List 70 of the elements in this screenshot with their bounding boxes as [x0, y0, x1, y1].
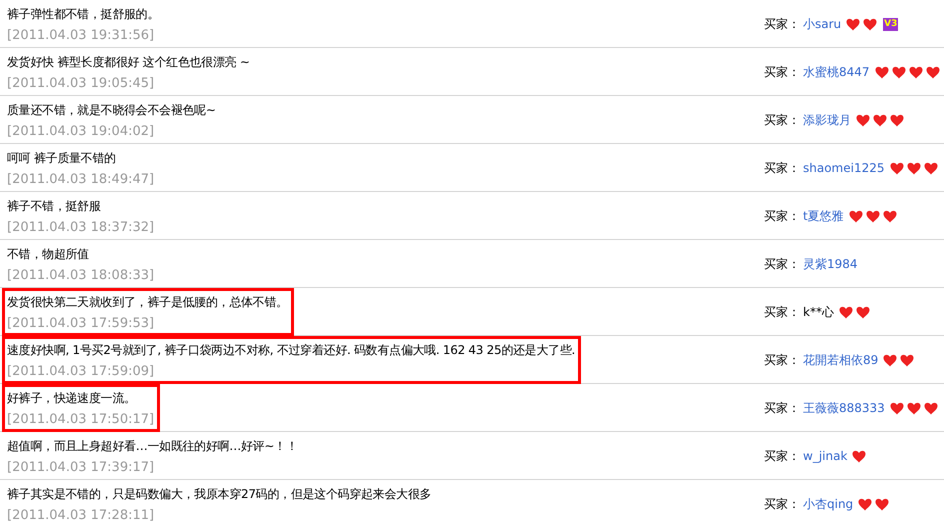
review-time: [2011.04.03 19:05:45]	[7, 76, 156, 91]
heart-icon	[874, 66, 889, 78]
heart-icon	[890, 402, 904, 414]
review-comment: 好裤子，快递速度一流。	[7, 390, 137, 407]
review-comment: 质量还不错，就是不晓得会不会褪色呢~	[7, 102, 216, 119]
review-time: [2011.04.03 17:50:17]	[7, 412, 154, 427]
buyer-name: k**心	[803, 304, 834, 320]
review-time: [2011.04.03 18:49:47]	[7, 172, 154, 187]
heart-icon	[882, 210, 897, 222]
heart-icon	[838, 306, 853, 318]
buyer-link[interactable]: shaomei1225	[803, 161, 884, 175]
level-badge: V3	[883, 18, 898, 30]
heart-icon	[900, 354, 914, 366]
heart-icon	[848, 210, 863, 222]
buyer-link[interactable]: 小saru	[803, 16, 842, 32]
review-time: [2011.04.03 17:59:09]	[7, 364, 156, 379]
buyer-link[interactable]: w_jinak	[803, 449, 848, 463]
review-comment: 裤子不错，挺舒服	[7, 198, 102, 215]
heart-icon	[852, 450, 866, 462]
heart-icon	[908, 66, 923, 78]
review-comment: 裤子弹性都不错，挺舒服的。	[7, 6, 160, 23]
heart-icon	[892, 66, 906, 78]
review-time: [2011.04.03 19:04:02]	[7, 124, 156, 139]
heart-icon	[924, 162, 938, 174]
heart-icon	[906, 162, 920, 174]
review-comment: 裤子其实是不错的，只是码数偏大，我原本穿27码的，但是这个码穿起来会大很多	[7, 486, 432, 503]
buyer-label: 买家：	[764, 352, 800, 368]
heart-icon	[875, 498, 890, 510]
buyer-label: 买家：	[764, 400, 800, 416]
buyer-label: 买家：	[764, 112, 800, 128]
heart-icon	[866, 210, 880, 222]
heart-icon	[890, 114, 904, 126]
heart-icon	[856, 306, 870, 318]
buyer-link[interactable]: 灵紫1984	[803, 256, 858, 272]
buyer-label: 买家：	[764, 64, 800, 80]
heart-icon	[883, 354, 898, 366]
buyer-label: 买家：	[764, 160, 800, 176]
review-time: [2011.04.03 17:28:11]	[7, 508, 156, 523]
heart-icon	[906, 402, 921, 414]
buyer-label: 买家：	[764, 304, 800, 320]
review-time: [2011.04.03 17:59:53]	[7, 316, 156, 331]
buyer-link[interactable]: 王薇薇888333	[803, 400, 885, 416]
heart-icon	[856, 114, 870, 126]
heart-icon	[926, 66, 940, 78]
buyer-label: 买家：	[764, 256, 800, 272]
heart-icon	[858, 498, 872, 510]
review-comment: 发货好快 裤型长度都很好 这个红色也很漂亮 ~	[7, 54, 250, 71]
buyer-link[interactable]: 添影珑月	[803, 112, 851, 128]
review-comment: 速度好快啊, 1号买2号就到了, 裤子口袋两边不对称, 不过穿着还好. 码数有点偏大哦. 162 43 25的还是大了些.	[7, 342, 576, 359]
review-time: [2011.04.03 19:31:56]	[7, 28, 156, 43]
buyer-link[interactable]: 花開若相依89	[803, 352, 878, 368]
review-time: [2011.04.03 18:37:32]	[7, 220, 154, 235]
review-comment: 发货很快第二天就收到了，裤子是低腰的，总体不错。	[7, 294, 288, 311]
review-comment: 呵呵 裤子质量不错的	[7, 150, 117, 167]
buyer-label: 买家：	[764, 496, 800, 512]
buyer-link[interactable]: t夏悠雅	[803, 208, 844, 224]
heart-icon	[863, 18, 878, 30]
review-comment: 不错，物超所值	[7, 246, 90, 263]
heart-icon	[890, 162, 904, 174]
review-time: [2011.04.03 18:08:33]	[7, 268, 154, 283]
heart-icon	[924, 402, 938, 414]
review-time: [2011.04.03 17:39:17]	[7, 460, 156, 475]
heart-icon	[873, 114, 887, 126]
buyer-label: 买家：	[764, 16, 800, 32]
review-comment: 超值啊，而且上身超好看…一如既往的好啊…好评~！！	[7, 438, 298, 455]
buyer-link[interactable]: 小杏qing	[803, 496, 854, 512]
buyer-label: 买家：	[764, 448, 800, 464]
heart-icon	[846, 18, 860, 30]
buyer-label: 买家：	[764, 208, 800, 224]
buyer-link[interactable]: 水蜜桃8447	[803, 64, 870, 80]
